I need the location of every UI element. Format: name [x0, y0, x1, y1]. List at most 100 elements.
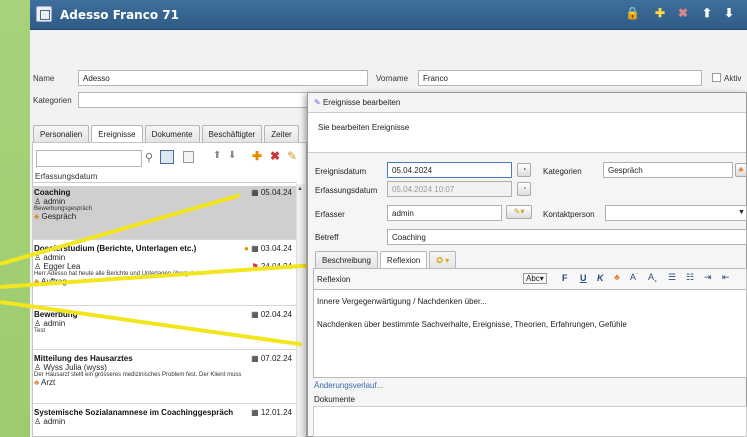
list-item-date: ● ▦ 03.04.24 [243, 244, 292, 253]
list-item[interactable]: Bewerbung ▦ 02.04.24 ♙ admin Test [32, 308, 296, 350]
spellcheck-icon[interactable]: Abc▾ [523, 273, 547, 284]
add-event-icon[interactable]: ✚ [252, 149, 262, 163]
dialog-title: Ereignisse bearbeiten [322, 98, 401, 107]
list-item[interactable]: Mitteilung des Hausarztes ▦ 07.02.24 ♙ W… [32, 352, 296, 404]
vorname-field[interactable]: Franco [418, 70, 702, 86]
user-icon: ♙ [34, 417, 42, 426]
list-item-user: ♙ admin [34, 417, 66, 426]
highlight-icon[interactable]: ♣ [614, 272, 620, 282]
list-item[interactable]: Coaching ▦ 05.04.24 ♙ admin Bewerbungsge… [32, 186, 296, 240]
column-header-erfassungsdatum[interactable]: Erfassungsdatum [33, 170, 297, 183]
pencil-icon: ✎ [314, 98, 321, 107]
dialog-tab-bar: Beschreibung Reflexion ✪ ▾ [315, 251, 458, 269]
underline-button[interactable]: U [580, 273, 587, 283]
calendar-icon: ▦ [251, 408, 259, 417]
ereignisdatum-label: Ereignisdatum [315, 167, 367, 176]
search-input[interactable] [36, 150, 142, 167]
window-titlebar: Adesso Franco 71 🔒 ✚ ✖ ⬆ ⬇ [30, 0, 747, 30]
move-up-icon[interactable]: ⬆ [213, 150, 221, 161]
ereignisdatum-field[interactable]: 05.04.2024 [387, 162, 512, 178]
chevron-down-icon[interactable]: ▼ [738, 209, 745, 216]
attachment-icon: ● [243, 244, 249, 253]
tab-personalien[interactable]: Personalien [33, 125, 90, 143]
name-field[interactable]: Adesso [78, 70, 368, 86]
kategorien-dialog-label: Kategorien [543, 167, 582, 176]
add-icon[interactable]: ✚ [655, 6, 665, 20]
superscript-button[interactable]: A˙ [630, 272, 639, 282]
calendar-icon: ▦ [251, 244, 259, 253]
window-title: Adesso Franco 71 [60, 8, 179, 22]
close-icon[interactable]: ✖ [678, 6, 688, 20]
edit-pencil-icon[interactable]: ✎ [287, 149, 297, 163]
betreff-label: Betreff [315, 233, 339, 242]
tab-reflexion[interactable]: Reflexion [379, 251, 428, 269]
user-icon: ♙ [34, 319, 42, 328]
erfasser-picker-button[interactable]: ✎▾ [506, 205, 532, 219]
lock-icon[interactable]: 🔒 [625, 6, 640, 20]
kategorien-field[interactable] [78, 92, 308, 108]
list-item-user: ♙ admin [34, 253, 66, 262]
move-down-icon[interactable]: ⬇ [228, 150, 236, 161]
kontaktperson-select[interactable] [605, 205, 747, 221]
aenderungsverlauf-link[interactable]: Änderungsverlauf... [314, 381, 383, 390]
app-icon [36, 6, 52, 22]
document-icon[interactable] [183, 151, 194, 163]
list-item-user: ♙ Wyss Julia (wyss) [34, 363, 107, 372]
timestamp-icon: ◔ [517, 182, 531, 196]
subscript-button[interactable]: A˳ [648, 272, 657, 282]
date-picker-icon[interactable]: ◔ [517, 163, 531, 177]
name-label: Name [33, 74, 55, 83]
bullet-list-icon[interactable]: ☰ [668, 272, 676, 283]
user-icon: ♙ [34, 197, 42, 206]
dialog-titlebar: ✎ Ereignisse bearbeiten [308, 93, 746, 113]
dokumente-label: Dokumente [314, 395, 355, 404]
dokumente-area[interactable] [313, 406, 747, 437]
bold-button[interactable]: F [562, 273, 568, 283]
delete-event-icon[interactable]: ✖ [270, 149, 280, 163]
search-icon[interactable]: ⚲ [145, 151, 153, 164]
list-item-date: ▦ 12.01.24 [251, 408, 292, 417]
kontaktperson-label: Kontaktperson [543, 210, 595, 219]
tab-zeiter[interactable]: Zeiter [264, 125, 299, 143]
italic-button[interactable]: K [597, 273, 604, 283]
reflexion-text-line1: Innere Vergegenwärtigung / Nachdenken üb… [317, 297, 487, 306]
category-icon: ♣ [34, 378, 40, 387]
erfasser-label: Erfasser [315, 210, 345, 219]
outdent-icon[interactable]: ⇤ [722, 272, 730, 283]
numbered-list-icon[interactable]: ☷ [686, 272, 694, 283]
view-list-icon[interactable] [160, 150, 174, 164]
calendar-icon: ▦ [251, 354, 259, 363]
category-picker-icon[interactable]: ♣ [735, 163, 747, 177]
tab-dokumente[interactable]: Dokumente [144, 125, 200, 143]
add-tab-icon: ✪ [436, 256, 443, 265]
reflexion-label: Reflexion [317, 275, 351, 284]
erfassungsdatum-field[interactable]: 05.04.2024 10:07 [387, 181, 512, 197]
list-item-category: ♣ Arzt [34, 378, 56, 387]
tab-add-menu[interactable]: ✪ ▾ [429, 251, 457, 269]
list-item-date: ▦ 05.04.24 [251, 188, 292, 197]
list-item-date: ▦ 02.04.24 [251, 310, 292, 319]
list-item-note: Test [34, 328, 46, 334]
tab-bar: Personalien Ereignisse Dokumente Beschäf… [33, 125, 301, 143]
betreff-field[interactable]: Coaching [387, 229, 747, 245]
indent-icon[interactable]: ⇥ [704, 272, 712, 283]
calendar-icon: ▦ [251, 310, 259, 319]
user-icon: ♙ [34, 363, 42, 372]
list-scrollbar[interactable] [296, 184, 305, 437]
vorname-label: Vorname [376, 74, 409, 83]
erfasser-field[interactable]: admin [387, 205, 502, 221]
arrow-down-icon[interactable]: ⬇ [724, 6, 734, 20]
list-item-date: ▦ 07.02.24 [251, 354, 292, 363]
category-icon: ♣ [34, 212, 40, 221]
tab-beschaeftigter[interactable]: Beschäftigter [201, 125, 263, 143]
arrow-up-icon[interactable]: ⬆ [702, 6, 712, 20]
calendar-icon: ▦ [251, 188, 259, 197]
scroll-up-icon[interactable]: ▲ [297, 186, 303, 192]
kategorien-label: Kategorien [33, 96, 72, 105]
tab-beschreibung[interactable]: Beschreibung [315, 251, 378, 269]
kategorien-dialog-field[interactable]: Gespräch [603, 162, 733, 178]
aktiv-checkbox[interactable] [712, 73, 721, 82]
tab-ereignisse[interactable]: Ereignisse [91, 125, 143, 143]
list-item[interactable]: Systemische Sozialanamnese im Coachingge… [32, 406, 296, 437]
dialog-subtitle: Sie bearbeiten Ereignisse [308, 113, 746, 153]
